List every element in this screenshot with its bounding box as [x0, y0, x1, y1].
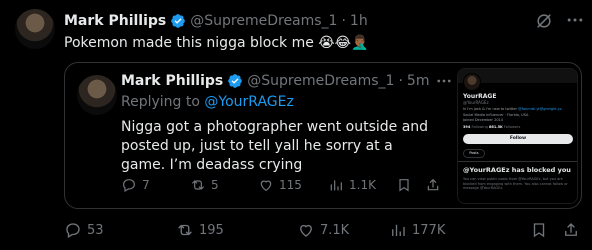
quoted-author-avatar[interactable]: [77, 75, 117, 115]
quoted-tweet-time[interactable]: 5m: [407, 73, 430, 89]
follow-button: Follow: [463, 134, 573, 144]
like-icon: [260, 180, 272, 192]
quoted-tweet-card[interactable]: Mark Phillips @SupremeDreams_1 · 5m Repl…: [64, 62, 582, 209]
repost-button[interactable]: 195: [176, 221, 224, 239]
quoted-author-handle[interactable]: @SupremeDreams_1: [247, 73, 394, 89]
repost-count: 195: [199, 222, 224, 238]
replying-to-prefix: Replying to: [121, 94, 200, 110]
quoted-bookmark-button[interactable]: [396, 177, 417, 193]
separator-dot: ·: [398, 73, 403, 89]
quoted-reply-count: 7: [142, 178, 150, 192]
quoted-views-count: 1.1K: [349, 178, 376, 192]
author-avatar[interactable]: [15, 9, 55, 49]
profile-bio-link: @fanmrbl.yt@gmlight.yz: [518, 107, 562, 111]
followers-label: Followers: [503, 125, 521, 129]
profile-stats: 394 Following 861.5K Followers: [463, 125, 520, 129]
verified-badge-icon: [228, 74, 243, 88]
divider: [458, 161, 577, 162]
more-icon[interactable]: [565, 10, 585, 30]
bookmark-icon: [533, 223, 545, 238]
share-icon: [565, 223, 577, 236]
like-icon: [300, 224, 312, 237]
repost-icon: [192, 180, 204, 190]
tweet-time[interactable]: 1h: [350, 13, 368, 29]
reply-icon: [66, 223, 80, 238]
quoted-share-button[interactable]: [425, 177, 446, 193]
profile-name: YourRAGE: [463, 93, 497, 100]
quoted-tweet-text: Nigga got a photographer went outside an…: [121, 119, 429, 173]
blocked-title: @YourRAGEz has blocked you: [463, 166, 571, 174]
author-handle[interactable]: @SupremeDreams_1: [190, 13, 337, 29]
profile-bio-text: hi I'm josh & I'm new to twitter: [463, 107, 517, 111]
views-button[interactable]: 177K: [389, 221, 445, 239]
following-label: Following: [471, 125, 488, 129]
reply-icon: [123, 179, 135, 193]
reply-button[interactable]: 53: [64, 221, 104, 239]
quoted-author-name[interactable]: Mark Phillips: [121, 73, 223, 89]
verified-badge-icon: [171, 14, 186, 28]
quoted-tweet-header: Mark Phillips @SupremeDreams_1 · 5m: [121, 72, 429, 90]
quoted-like-button[interactable]: 115: [258, 177, 302, 193]
like-button[interactable]: 7.1K: [297, 221, 349, 239]
reply-count: 53: [87, 222, 104, 238]
bookmark-icon: [399, 179, 409, 192]
views-count: 177K: [412, 222, 446, 238]
profile-meta: Social Media Influencer · Florida, USA: [463, 113, 529, 117]
bookmark-button[interactable]: [530, 221, 553, 239]
share-button[interactable]: [562, 221, 585, 239]
share-icon: [427, 178, 439, 191]
profile-handle: @YourRAGEz: [463, 100, 489, 105]
quoted-repost-count: 5: [211, 178, 219, 192]
attached-profile-screenshot[interactable]: YourRAGE @YourRAGEz hi I'm josh & I'm ne…: [457, 68, 578, 204]
repost-icon: [178, 224, 192, 236]
profile-avatar: [463, 73, 481, 91]
profile-joined: Joined December 2014: [463, 118, 504, 122]
separator-dot: ·: [341, 13, 346, 29]
followers-count: 861.5K: [488, 125, 503, 129]
quoted-reply-button[interactable]: 7: [121, 177, 150, 193]
tweet-text: Pokemon made this nigga block me 😭😂🤦🏾‍♂️: [64, 35, 369, 51]
more-icon[interactable]: [435, 72, 453, 90]
quoted-views-button[interactable]: 1.1K: [328, 177, 376, 193]
blocked-description: You can view public posts from @YourRAGE…: [463, 177, 568, 190]
views-icon: [330, 180, 342, 191]
author-name[interactable]: Mark Phillips: [64, 13, 166, 29]
quoted-repost-button[interactable]: 5: [190, 177, 219, 193]
following-count: 394: [463, 125, 471, 129]
replying-to-mention[interactable]: @YourRAGEz: [204, 94, 293, 110]
like-count: 7.1K: [320, 222, 350, 238]
tweet-header: Mark Phillips @SupremeDreams_1 · 1h: [64, 12, 368, 30]
posts-tab: Posts: [463, 149, 485, 158]
profile-bio: hi I'm josh & I'm new to twitter @fanmrb…: [463, 107, 562, 111]
grok-icon[interactable]: [534, 11, 554, 31]
views-icon: [392, 224, 405, 236]
replying-to-line: Replying to @YourRAGEz: [121, 94, 294, 110]
quoted-like-count: 115: [279, 178, 302, 192]
